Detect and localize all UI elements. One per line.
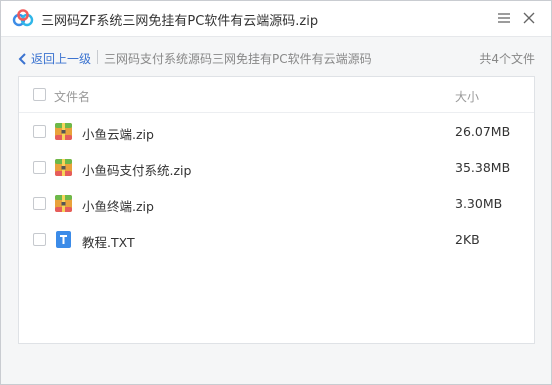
file-list: 文件名 大小 小鱼云端.zip 26.07MB 小鱼码支付系统.zip 35.3… (18, 76, 535, 344)
close-icon[interactable] (518, 7, 540, 29)
divider (97, 50, 98, 64)
chevron-left-icon (18, 52, 26, 65)
column-header-name: 文件名 (54, 90, 91, 104)
row-checkbox[interactable] (33, 233, 46, 246)
title-bar: 三网码ZF系统三网免挂有PC软件有云端源码.zip (1, 1, 551, 37)
table-row[interactable]: 小鱼码支付系统.zip 35.38MB (19, 150, 534, 186)
navigation-bar: 返回上一级 三网码支付系统源码三网免挂有PC软件有云端源码 共4个文件 (1, 38, 551, 76)
zip-archive-icon (55, 195, 72, 212)
file-size: 26.07MB (455, 124, 511, 139)
archive-preview-window: 三网码ZF系统三网免挂有PC软件有云端源码.zip 返回上一级 三网码支付系统源… (0, 0, 552, 385)
row-checkbox[interactable] (33, 125, 46, 138)
text-file-icon (55, 231, 72, 248)
row-checkbox[interactable] (33, 161, 46, 174)
footer-area (1, 345, 551, 384)
zip-archive-icon (55, 123, 72, 140)
baidu-netdisk-logo-icon (12, 9, 34, 27)
file-size: 35.38MB (455, 160, 511, 175)
row-checkbox[interactable] (33, 197, 46, 210)
file-name: 小鱼终端.zip (82, 199, 154, 214)
file-name: 教程.TXT (82, 235, 135, 250)
table-header: 文件名 大小 (19, 77, 534, 113)
file-count: 共4个文件 (479, 52, 535, 66)
back-button[interactable]: 返回上一级 (18, 50, 91, 67)
column-header-size: 大小 (455, 90, 480, 104)
back-label: 返回上一级 (31, 52, 92, 66)
table-row[interactable]: 小鱼终端.zip 3.30MB (19, 186, 534, 222)
select-all-checkbox[interactable] (33, 88, 46, 101)
zip-archive-icon (55, 159, 72, 176)
file-size: 2KB (455, 232, 480, 247)
file-name: 小鱼码支付系统.zip (82, 163, 192, 178)
file-name: 小鱼云端.zip (82, 127, 154, 142)
menu-icon[interactable] (493, 7, 515, 29)
breadcrumb: 三网码支付系统源码三网免挂有PC软件有云端源码 (104, 52, 372, 66)
window-title: 三网码ZF系统三网免挂有PC软件有云端源码.zip (41, 14, 319, 29)
table-row[interactable]: 教程.TXT 2KB (19, 222, 534, 258)
file-size: 3.30MB (455, 196, 503, 211)
table-row[interactable]: 小鱼云端.zip 26.07MB (19, 114, 534, 150)
